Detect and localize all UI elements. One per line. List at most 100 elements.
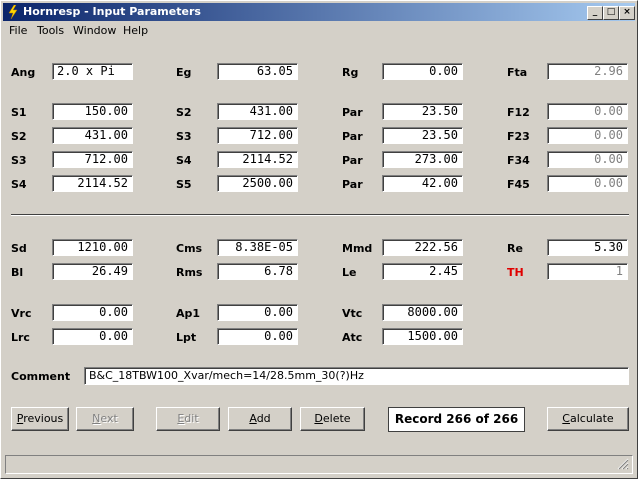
- atc-label: Atc: [342, 331, 363, 344]
- fta-field: 2.96: [547, 63, 628, 80]
- par2-field[interactable]: 23.50: [382, 127, 463, 144]
- menu-tools[interactable]: Tools: [37, 24, 64, 37]
- edit-button[interactable]: Edit: [156, 407, 220, 431]
- close-button[interactable]: ×: [619, 6, 635, 20]
- lrc-field[interactable]: 0.00: [52, 328, 133, 345]
- le-field[interactable]: 2.45: [382, 263, 463, 280]
- mmd-field[interactable]: 222.56: [382, 239, 463, 256]
- window-title: Hornresp - Input Parameters: [23, 5, 201, 18]
- s2-label: S2: [176, 106, 192, 119]
- par3-label: Par: [342, 154, 363, 167]
- s5-label: S5: [176, 178, 192, 191]
- f12-label: F12: [507, 106, 530, 119]
- ang-label: Ang: [11, 66, 36, 79]
- status-bar: [5, 455, 633, 474]
- minimize-button[interactable]: _: [587, 6, 603, 20]
- previous-button[interactable]: Previous: [11, 407, 69, 431]
- rms-field[interactable]: 6.78: [217, 263, 298, 280]
- menu-window[interactable]: Window: [73, 24, 116, 37]
- lightning-icon: [8, 5, 18, 19]
- main-window: Hornresp - Input Parameters _ □ × File T…: [0, 0, 638, 479]
- delete-button-label: elete: [322, 412, 351, 425]
- lpt-label: Lpt: [176, 331, 197, 344]
- lpt-field[interactable]: 0.00: [217, 328, 298, 345]
- par2-label: Par: [342, 130, 363, 143]
- add-button-hotkey: A: [249, 412, 257, 425]
- record-indicator: Record 266 of 266: [388, 407, 525, 432]
- mmd-label: Mmd: [342, 242, 373, 255]
- rg-label: Rg: [342, 66, 359, 79]
- calculate-button-hotkey: C: [562, 412, 570, 425]
- bl-field[interactable]: 26.49: [52, 263, 133, 280]
- menu-help[interactable]: Help: [123, 24, 148, 37]
- f23-label: F23: [507, 130, 530, 143]
- eg-label: Eg: [176, 66, 192, 79]
- s1-label: S1: [11, 106, 27, 119]
- s3-field[interactable]: 712.00: [52, 151, 133, 168]
- s2-field[interactable]: 431.00: [52, 127, 133, 144]
- eg-field[interactable]: 63.05: [217, 63, 298, 80]
- previous-button-label: revious: [23, 412, 64, 425]
- bl-label: Bl: [11, 266, 24, 279]
- vtc-label: Vtc: [342, 307, 363, 320]
- ap1-field[interactable]: 0.00: [217, 304, 298, 321]
- resize-grip-icon[interactable]: [617, 458, 629, 470]
- vrc-label: Vrc: [11, 307, 32, 320]
- delete-button[interactable]: Delete: [300, 407, 365, 431]
- vrc-field[interactable]: 0.00: [52, 304, 133, 321]
- s4-field[interactable]: 2114.52: [52, 175, 133, 192]
- s3-label: S3: [176, 130, 192, 143]
- next-button[interactable]: Next: [76, 407, 134, 431]
- par1-label: Par: [342, 106, 363, 119]
- rms-label: Rms: [176, 266, 203, 279]
- edit-button-label: dit: [184, 412, 199, 425]
- delete-button-hotkey: D: [314, 412, 323, 425]
- re-label: Re: [507, 242, 523, 255]
- s4-label: S4: [11, 178, 27, 191]
- f45-label: F45: [507, 178, 530, 191]
- th-field: 1: [547, 263, 628, 280]
- comment-field[interactable]: B&C_18TBW100_Xvar/mech=14/28.5mm_30(?)Hz: [84, 367, 629, 385]
- s5-field[interactable]: 2500.00: [217, 175, 298, 192]
- s1-field[interactable]: 150.00: [52, 103, 133, 120]
- f34-field: 0.00: [547, 151, 628, 168]
- menu-file[interactable]: File: [9, 24, 27, 37]
- vtc-field[interactable]: 8000.00: [382, 304, 463, 321]
- calculate-button-label: alculate: [569, 412, 614, 425]
- ap1-label: Ap1: [176, 307, 201, 320]
- par4-label: Par: [342, 178, 363, 191]
- f23-field: 0.00: [547, 127, 628, 144]
- calculate-button[interactable]: Calculate: [547, 407, 629, 431]
- add-button-label: dd: [256, 412, 271, 425]
- cms-label: Cms: [176, 242, 203, 255]
- par3-field[interactable]: 273.00: [382, 151, 463, 168]
- rg-field[interactable]: 0.00: [382, 63, 463, 80]
- comment-label: Comment: [11, 370, 71, 383]
- f34-label: F34: [507, 154, 530, 167]
- le-label: Le: [342, 266, 357, 279]
- title-bar[interactable]: Hornresp - Input Parameters _ □ ×: [3, 3, 635, 21]
- lrc-label: Lrc: [11, 331, 30, 344]
- s2-field[interactable]: 431.00: [217, 103, 298, 120]
- th-label: TH: [507, 266, 524, 279]
- maximize-button[interactable]: □: [603, 6, 619, 20]
- f12-field: 0.00: [547, 103, 628, 120]
- s3-field[interactable]: 712.00: [217, 127, 298, 144]
- sd-field[interactable]: 1210.00: [52, 239, 133, 256]
- par1-field[interactable]: 23.50: [382, 103, 463, 120]
- s3-label: S3: [11, 154, 27, 167]
- next-button-label: ext: [100, 412, 118, 425]
- menu-bar: File Tools Window Help: [3, 22, 635, 40]
- s4-label: S4: [176, 154, 192, 167]
- s4-field[interactable]: 2114.52: [217, 151, 298, 168]
- atc-field[interactable]: 1500.00: [382, 328, 463, 345]
- ang-field[interactable]: 2.0 x Pi: [52, 63, 133, 80]
- separator-line: [11, 214, 629, 216]
- re-field[interactable]: 5.30: [547, 239, 628, 256]
- par4-field[interactable]: 42.00: [382, 175, 463, 192]
- s2-label: S2: [11, 130, 27, 143]
- cms-field[interactable]: 8.38E-05: [217, 239, 298, 256]
- fta-label: Fta: [507, 66, 528, 79]
- add-button[interactable]: Add: [228, 407, 292, 431]
- sd-label: Sd: [11, 242, 27, 255]
